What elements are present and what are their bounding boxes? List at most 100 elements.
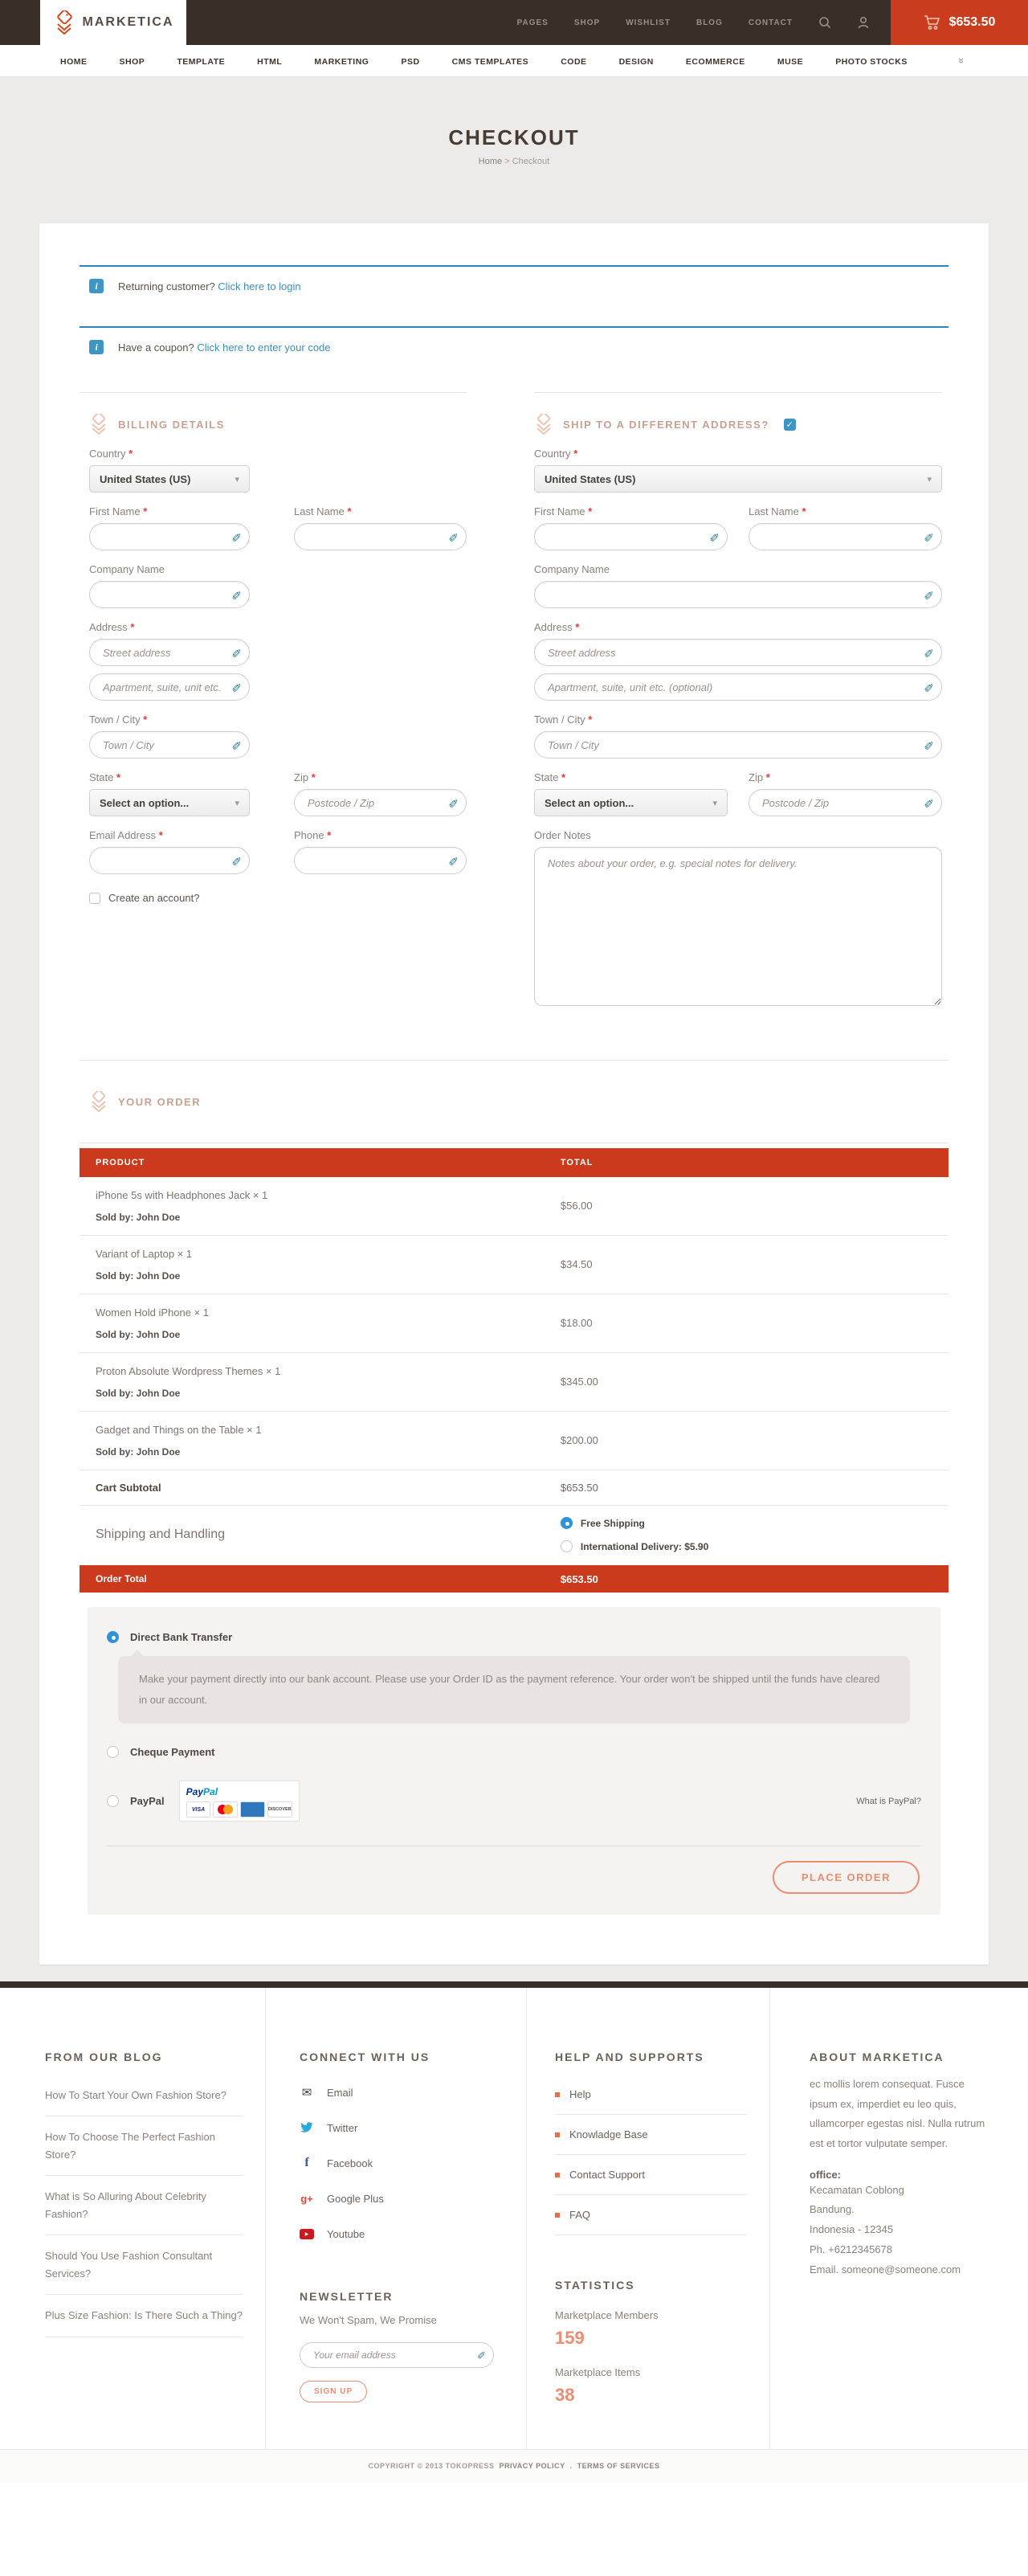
chevron-down-icon[interactable]: » <box>956 58 968 63</box>
nav-home[interactable]: HOME <box>60 57 88 67</box>
nav-code[interactable]: CODE <box>561 57 586 67</box>
social-twitter-link[interactable]: Twitter <box>300 2110 504 2145</box>
top-nav-wishlist[interactable]: WISHLIST <box>626 18 671 27</box>
billing-country-select[interactable]: United States (US) ▾ <box>89 465 250 493</box>
info-icon: i <box>89 279 104 293</box>
radio-selected-icon[interactable] <box>107 1631 119 1643</box>
items-value: 38 <box>555 2385 747 2406</box>
shipping-address2-input[interactable] <box>534 673 942 701</box>
billing-state-select[interactable]: Select an option... ▾ <box>89 789 250 816</box>
discover-icon: DISCOVER <box>267 1801 292 1818</box>
top-nav-contact[interactable]: CONTACT <box>749 18 793 27</box>
blog-link[interactable]: Should You Use Fashion Consultant Servic… <box>45 2235 243 2295</box>
nav-ecommerce[interactable]: ECOMMERCE <box>686 57 745 67</box>
order-row: Women Hold iPhone × 1Sold by: John Doe $… <box>80 1294 948 1353</box>
shipping-address1-input[interactable] <box>534 639 942 666</box>
nav-muse[interactable]: MUSE <box>777 57 803 67</box>
blog-link[interactable]: How To Choose The Perfect Fashion Store? <box>45 2116 243 2176</box>
nav-photo-stocks[interactable]: PHOTO STOCKS <box>835 57 908 67</box>
social-google-plus-link[interactable]: g+ Google Plus <box>300 2181 504 2216</box>
top-nav-blog[interactable]: BLOG <box>696 18 723 27</box>
payment-cheque-option[interactable]: Cheque Payment <box>107 1746 921 1758</box>
chevron-down-icon: ▾ <box>235 798 239 808</box>
shipping-first-name-input[interactable] <box>534 523 728 550</box>
nav-psd[interactable]: PSD <box>402 57 420 67</box>
coupon-notice-text: Have a coupon? <box>118 341 194 354</box>
search-icon[interactable] <box>818 16 831 29</box>
shipping-zip-label: Zip <box>749 771 763 783</box>
blog-link[interactable]: Plus Size Fashion: Is There Such a Thing… <box>45 2295 243 2337</box>
privacy-policy-link[interactable]: PRIVACY POLICY <box>499 2462 565 2470</box>
nav-shop[interactable]: SHOP <box>120 57 145 67</box>
login-link[interactable]: Click here to login <box>218 280 300 292</box>
blog-link[interactable]: What is So Alluring About Celebrity Fash… <box>45 2176 243 2235</box>
brand-logo[interactable]: MARKETICA <box>40 0 186 45</box>
shipping-option-free[interactable]: Free Shipping <box>561 1517 948 1529</box>
radio-icon[interactable] <box>561 1540 573 1552</box>
top-nav-shop[interactable]: SHOP <box>574 18 600 27</box>
order-row: Variant of Laptop × 1Sold by: John Doe $… <box>80 1236 948 1294</box>
billing-email-input[interactable] <box>89 847 250 874</box>
newsletter-tagline: We Won't Spam, We Promise <box>300 2314 504 2326</box>
subtotal-label: Cart Subtotal <box>80 1482 545 1494</box>
shipping-state-label: State <box>534 771 558 783</box>
billing-town-input[interactable] <box>89 731 250 758</box>
billing-address2-input[interactable] <box>89 673 250 701</box>
chevron-down-icon: ▾ <box>927 474 932 485</box>
nav-html[interactable]: HTML <box>257 57 282 67</box>
radio-icon[interactable] <box>107 1795 119 1807</box>
billing-first-name-label: First Name <box>89 505 141 517</box>
contact-support-link[interactable]: Contact Support <box>555 2155 747 2195</box>
shipping-country-select[interactable]: United States (US) ▾ <box>534 465 942 493</box>
footer-connect-column: CONNECT WITH US ✉ Email Twitter f Facebo… <box>265 1988 526 2449</box>
page-header: CHECKOUT Home > Checkout <box>0 77 1028 223</box>
billing-phone-input[interactable] <box>294 847 467 874</box>
shipping-state-select[interactable]: Select an option... ▾ <box>534 789 728 816</box>
shipping-zip-input[interactable] <box>749 789 942 816</box>
billing-address1-input[interactable] <box>89 639 250 666</box>
create-account-checkbox[interactable] <box>89 893 100 904</box>
billing-company-input[interactable] <box>89 581 250 608</box>
newsletter-signup-button[interactable]: SIGN UP <box>300 2381 367 2402</box>
terms-link[interactable]: TERMS OF SERVICES <box>577 2462 660 2470</box>
account-icon[interactable] <box>857 16 870 29</box>
newsletter-email-input[interactable] <box>300 2342 494 2368</box>
faq-link[interactable]: FAQ <box>555 2195 747 2235</box>
radio-icon[interactable] <box>107 1746 119 1758</box>
place-order-button[interactable]: PLACE ORDER <box>773 1861 920 1894</box>
payment-bank-option[interactable]: Direct Bank Transfer <box>107 1631 921 1643</box>
order-row: iPhone 5s with Headphones Jack × 1Sold b… <box>80 1177 948 1236</box>
order-notes-textarea[interactable] <box>534 847 942 1006</box>
billing-last-name-input[interactable] <box>294 523 467 550</box>
billing-company-label: Company Name <box>89 563 467 575</box>
shipping-last-name-input[interactable] <box>749 523 942 550</box>
breadcrumb: Home > Checkout <box>0 157 1028 166</box>
bullet-icon <box>555 2132 560 2137</box>
nav-marketing[interactable]: MARKETING <box>314 57 369 67</box>
about-text: ec mollis lorem consequat. Fusce ipsum e… <box>810 2075 989 2154</box>
coupon-link[interactable]: Click here to enter your code <box>197 341 330 354</box>
help-link[interactable]: Help <box>555 2075 747 2115</box>
items-label: Marketplace Items <box>555 2366 747 2378</box>
shipping-town-input[interactable] <box>534 731 942 758</box>
blog-link[interactable]: How To Start Your Own Fashion Store? <box>45 2075 243 2116</box>
billing-first-name-input[interactable] <box>89 523 250 550</box>
cart-button[interactable]: $653.50 <box>891 0 1028 45</box>
knowledge-base-link[interactable]: Knowladge Base <box>555 2115 747 2155</box>
social-youtube-link[interactable]: ▶ Youtube <box>300 2216 504 2251</box>
shipping-company-input[interactable] <box>534 581 942 608</box>
social-facebook-link[interactable]: f Facebook <box>300 2145 504 2181</box>
what-is-paypal-link[interactable]: What is PayPal? <box>856 1797 921 1806</box>
nav-design[interactable]: DESIGN <box>619 57 654 67</box>
payment-paypal-option[interactable]: PayPal PayPal VISA DISCOVER What is PayP… <box>107 1781 921 1822</box>
top-nav-pages[interactable]: PAGES <box>517 18 549 27</box>
breadcrumb-home[interactable]: Home <box>479 157 502 166</box>
nav-cms-templates[interactable]: CMS TEMPLATES <box>452 57 529 67</box>
nav-template[interactable]: TEMPLATE <box>177 57 225 67</box>
radio-selected-icon[interactable] <box>561 1517 573 1529</box>
shipping-option-international[interactable]: International Delivery: $5.90 <box>561 1540 948 1552</box>
cart-subtotal-row: Cart Subtotal $653.50 <box>80 1470 948 1506</box>
social-email-link[interactable]: ✉ Email <box>300 2075 504 2110</box>
ship-different-checkbox[interactable]: ✓ <box>784 419 796 431</box>
billing-zip-input[interactable] <box>294 789 467 816</box>
